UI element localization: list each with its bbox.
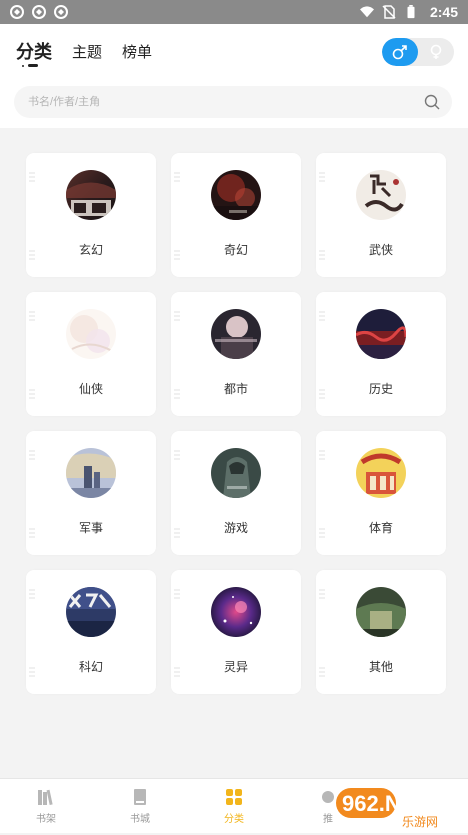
tab-label: 榜单 xyxy=(122,44,153,61)
nav-label: 分类 xyxy=(224,814,244,825)
category-label: 仙侠 xyxy=(78,382,103,396)
male-option[interactable] xyxy=(382,38,418,66)
female-icon xyxy=(430,44,442,59)
category-cover-image xyxy=(211,587,261,637)
category-label: 历史 xyxy=(368,382,393,396)
category-label: 奇幻 xyxy=(223,243,248,257)
battery-icon xyxy=(407,5,415,19)
category-cover-image xyxy=(211,309,261,359)
category-cover-image xyxy=(211,448,261,498)
category-card-xianxia[interactable]: 仙侠 xyxy=(26,292,156,416)
category-label: 其他 xyxy=(368,660,393,674)
svg-text:乐游网: 乐游网 xyxy=(402,815,438,829)
category-label: 都市 xyxy=(223,382,248,396)
category-label: 体育 xyxy=(368,521,393,535)
category-label: 科幻 xyxy=(78,660,103,674)
tab-label: 分类 xyxy=(16,42,52,62)
female-option[interactable] xyxy=(418,38,454,66)
nav-label: 书架 xyxy=(36,814,56,825)
tab-label: 主题 xyxy=(72,44,103,61)
tab-indicator-dot xyxy=(22,65,24,67)
bookshelf-icon xyxy=(38,789,53,806)
category-card-tiyu[interactable]: 体育 xyxy=(316,431,446,555)
category-card-qihuan[interactable]: 奇幻 xyxy=(171,153,301,277)
category-cover-image xyxy=(356,170,406,220)
watermark-logo: 962.NET 乐游网 xyxy=(330,786,468,830)
nav-bookstore[interactable]: 书城 xyxy=(110,787,170,825)
category-card-xuanhuan[interactable]: 玄幻 xyxy=(26,153,156,277)
category-cover-image xyxy=(66,170,116,220)
svg-text:962.NET: 962.NET xyxy=(342,791,429,816)
app-icon xyxy=(54,5,68,19)
category-cover-image xyxy=(356,448,406,498)
app-icon xyxy=(10,5,24,19)
nav-bookshelf[interactable]: 书架 xyxy=(16,787,76,825)
category-cover-image xyxy=(66,448,116,498)
tab-category[interactable]: 分类 xyxy=(16,38,52,67)
category-grid: 玄幻 奇幻 武侠 仙侠 都市 历史 军事 游戏 体育 科幻 灵异 其他 xyxy=(26,153,448,694)
wifi-icon xyxy=(359,6,374,18)
category-label: 游戏 xyxy=(223,521,248,535)
top-tabs: 分类 主题 榜单 xyxy=(16,38,152,67)
category-cover-image xyxy=(66,587,116,637)
category-card-youxi[interactable]: 游戏 xyxy=(171,431,301,555)
category-cover-image xyxy=(211,170,261,220)
category-card-wuxia[interactable]: 武侠 xyxy=(316,153,446,277)
tab-ranking[interactable]: 榜单 xyxy=(122,41,152,64)
status-bar: 2:45 xyxy=(0,0,468,24)
male-icon xyxy=(392,45,407,60)
category-label: 灵异 xyxy=(223,660,248,674)
category-cover-image xyxy=(66,309,116,359)
category-card-kehuan[interactable]: 科幻 xyxy=(26,570,156,694)
search-bar[interactable] xyxy=(14,86,452,118)
header: 分类 主题 榜单 xyxy=(0,24,468,128)
category-cover-image xyxy=(356,309,406,359)
grid-icon xyxy=(226,789,242,805)
nav-category[interactable]: 分类 xyxy=(204,787,264,825)
tab-indicator xyxy=(28,64,38,67)
category-card-lingyi[interactable]: 灵异 xyxy=(171,570,301,694)
tab-theme[interactable]: 主题 xyxy=(72,41,102,64)
gender-toggle[interactable] xyxy=(382,38,454,66)
search-icon[interactable] xyxy=(424,94,440,110)
search-input[interactable] xyxy=(26,95,390,109)
category-card-junshi[interactable]: 军事 xyxy=(26,431,156,555)
category-card-qita[interactable]: 其他 xyxy=(316,570,446,694)
category-card-lishi[interactable]: 历史 xyxy=(316,292,446,416)
nav-label: 书城 xyxy=(130,814,150,825)
category-label: 玄幻 xyxy=(78,243,103,257)
category-cover-image xyxy=(356,587,406,637)
category-card-dushi[interactable]: 都市 xyxy=(171,292,301,416)
category-label: 军事 xyxy=(78,521,103,535)
app-icon xyxy=(32,5,46,19)
no-sim-icon xyxy=(382,5,396,19)
status-time: 2:45 xyxy=(429,4,458,20)
book-icon xyxy=(134,789,146,805)
category-label: 武侠 xyxy=(368,243,393,257)
